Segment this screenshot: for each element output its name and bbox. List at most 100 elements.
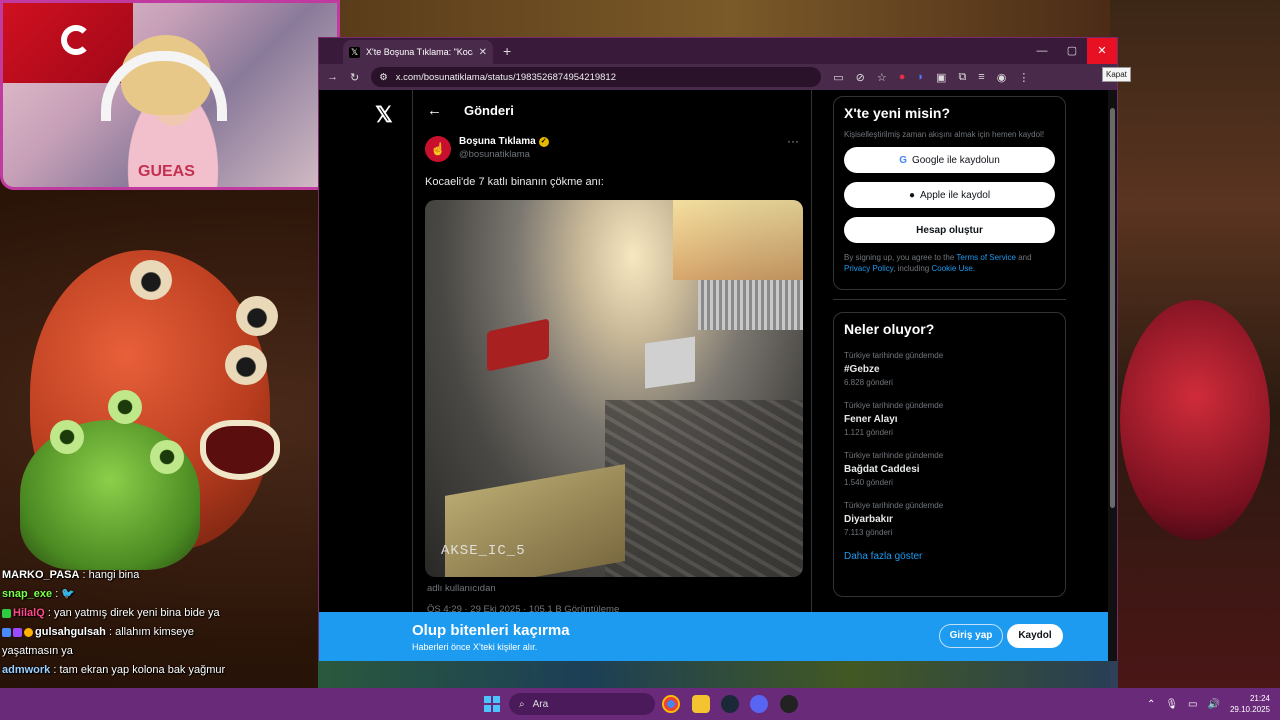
forward-icon[interactable]: → — [327, 71, 338, 83]
google-signup-button[interactable]: G Google ile kaydolun — [844, 147, 1055, 173]
url-text: x.com/bosunatiklama/status/1983526874954… — [395, 71, 616, 83]
trend-item[interactable]: Türkiye tarihinde gündemde Fener Alayı 1… — [844, 401, 1055, 437]
author-name[interactable]: Boşuna Tıklama — [459, 136, 536, 147]
video-red-truck — [487, 318, 549, 372]
trends-title: Neler oluyor? — [844, 321, 935, 337]
chat-message: MARKO_PASA : hangi bina — [2, 569, 140, 581]
author-name-row[interactable]: Boşuna Tıklama ✓ — [459, 136, 549, 147]
chrome-icon[interactable] — [662, 695, 680, 713]
eye-off-icon[interactable]: ⊘ — [856, 71, 865, 84]
bookmark-star-icon[interactable]: ☆ — [877, 71, 887, 84]
profile-avatar-icon[interactable]: ◉ — [997, 71, 1007, 84]
steam-icon[interactable] — [721, 695, 739, 713]
windows-taskbar: ⌕ Ara ⌃ 🎙 ▭ 🔊 21:24 29.10.2025 — [0, 688, 1280, 720]
trend-name: Fener Alayı — [844, 414, 898, 425]
terms-link[interactable]: Terms of Service — [956, 253, 1016, 262]
signup-title: X'te yeni misin? — [844, 105, 951, 121]
minimize-icon[interactable]: — — [1027, 38, 1057, 64]
display-icon[interactable]: ▭ — [1188, 699, 1197, 710]
tab-bar: 𝕏 X'te Boşuna Tıklama: "Kocaeli'd ✕ + — … — [319, 38, 1117, 64]
obs-icon[interactable] — [780, 695, 798, 713]
speaker-icon[interactable]: 🔊 — [1208, 699, 1220, 710]
file-explorer-icon[interactable] — [692, 695, 710, 713]
discord-icon[interactable] — [750, 695, 768, 713]
extensions-puzzle-icon[interactable]: ⧉ — [958, 71, 966, 84]
login-button[interactable]: Giriş yap — [939, 624, 1003, 648]
banner-title: Olup bitenleri kaçırma — [412, 622, 570, 639]
clock[interactable]: 21:24 29.10.2025 — [1230, 693, 1270, 715]
new-tab-icon[interactable]: + — [503, 43, 511, 59]
start-windows-icon[interactable] — [484, 696, 500, 712]
chat-message: HilalQ : yan yatmış direk yeni bina bide… — [2, 604, 232, 623]
address-bar[interactable]: ⚙ x.com/bosunatiklama/status/19835268749… — [371, 67, 822, 87]
privacy-link[interactable]: Privacy Policy — [844, 264, 893, 273]
post-column: ← Gönderi ☝ Boşuna Tıklama ✓ @bosunatikl… — [412, 90, 812, 661]
bg-top-scene — [340, 0, 1120, 38]
trend-name: Bağdat Caddesi — [844, 464, 920, 475]
scrollbar-thumb[interactable] — [1110, 108, 1115, 508]
reading-list-icon[interactable]: ≡ — [978, 71, 984, 83]
create-account-button[interactable]: Hesap oluştur — [844, 217, 1055, 243]
red-creature — [1120, 300, 1270, 540]
author-avatar[interactable]: ☝ — [425, 136, 451, 162]
cast-icon[interactable]: ▭ — [833, 71, 843, 84]
trend-item[interactable]: Türkiye tarihinde gündemde #Gebze 6.828 … — [844, 351, 1055, 387]
trend-name: #Gebze — [844, 364, 880, 375]
video-fence — [698, 280, 803, 330]
monster-eye — [225, 345, 267, 385]
trend-count: 1.540 gönderi — [844, 478, 893, 487]
x-page: 𝕏 ← Gönderi ☝ Boşuna Tıklama ✓ @bosunati… — [319, 90, 1109, 661]
cookie-link[interactable]: Cookie Use. — [931, 264, 975, 273]
site-info-icon[interactable]: ⚙ — [379, 72, 388, 83]
more-options-icon[interactable]: ··· — [787, 134, 799, 148]
chat-text: yan yatmış direk yeni bina bide ya — [53, 607, 220, 619]
apple-signup-button[interactable]: ● Apple ile kaydol — [844, 182, 1055, 208]
x-home-logo-icon[interactable]: 𝕏 — [375, 102, 393, 128]
bg-floor-lights — [318, 660, 1118, 688]
chat-badge-icon — [2, 608, 11, 618]
trend-context: Türkiye tarihinde gündemde — [844, 451, 944, 460]
verified-badge-icon: ✓ — [538, 136, 549, 147]
search-icon: ⌕ — [519, 698, 525, 710]
apple-icon: ● — [908, 189, 915, 201]
window-controls: — ▢ ✕ — [1027, 38, 1117, 64]
search-placeholder: Ara — [532, 698, 549, 710]
post-header: ← Gönderi — [413, 90, 811, 130]
monster-eye — [236, 296, 278, 336]
close-window-icon[interactable]: ✕ — [1087, 38, 1117, 64]
trend-item[interactable]: Türkiye tarihinde gündemde Diyarbakır 7.… — [844, 501, 1055, 537]
clock-date: 29.10.2025 — [1229, 705, 1270, 714]
tab-active[interactable]: 𝕏 X'te Boşuna Tıklama: "Kocaeli'd ✕ — [343, 40, 493, 64]
chat-user: HilalQ — [13, 607, 45, 619]
extension-red-icon[interactable]: ● — [899, 71, 906, 83]
page-scrollbar[interactable] — [1108, 90, 1117, 661]
alien-eye — [50, 420, 84, 454]
extension-box-icon[interactable]: ▣ — [936, 71, 946, 84]
chat-text: tam ekran yap kolona bak yağmur — [59, 664, 226, 676]
system-tray: ⌃ 🎙 ▭ 🔊 21:24 29.10.2025 — [1147, 688, 1270, 720]
back-arrow-icon[interactable]: ← — [427, 102, 442, 119]
monster-eye — [130, 260, 172, 300]
reload-icon[interactable]: ↻ — [350, 71, 359, 84]
microphone-icon[interactable]: 🎙 — [1165, 699, 1178, 710]
create-account-label: Hesap oluştur — [916, 224, 983, 236]
post-video[interactable]: AKSE_IC_5 — [425, 200, 803, 577]
extension-audio-icon[interactable]: ◗ — [917, 71, 924, 83]
post-author: ☝ Boşuna Tıklama ✓ @bosunatiklama ··· — [413, 130, 811, 168]
alien-eye — [150, 440, 184, 474]
tray-chevron-up-icon[interactable]: ⌃ — [1147, 699, 1155, 710]
author-handle[interactable]: @bosunatiklama — [459, 149, 549, 160]
tab-close-icon[interactable]: ✕ — [479, 47, 487, 58]
show-more-link[interactable]: Daha fazla göster — [844, 551, 1055, 562]
alien-eye — [108, 390, 142, 424]
chat-badge-icon — [24, 627, 33, 637]
trend-item[interactable]: Türkiye tarihinde gündemde Bağdat Caddes… — [844, 451, 1055, 487]
taskbar-search[interactable]: ⌕ Ara — [509, 693, 655, 715]
chat-badge-icon — [13, 627, 22, 637]
menu-icon[interactable]: ⋮ — [1018, 71, 1029, 84]
browser-toolbar: → ↻ ⚙ x.com/bosunatiklama/status/1983526… — [319, 64, 1117, 90]
signup-button[interactable]: Kaydol — [1007, 624, 1063, 648]
maximize-icon[interactable]: ▢ — [1057, 38, 1087, 64]
chat-user: snap_exe — [2, 588, 53, 600]
sidebar-divider — [833, 299, 1066, 300]
